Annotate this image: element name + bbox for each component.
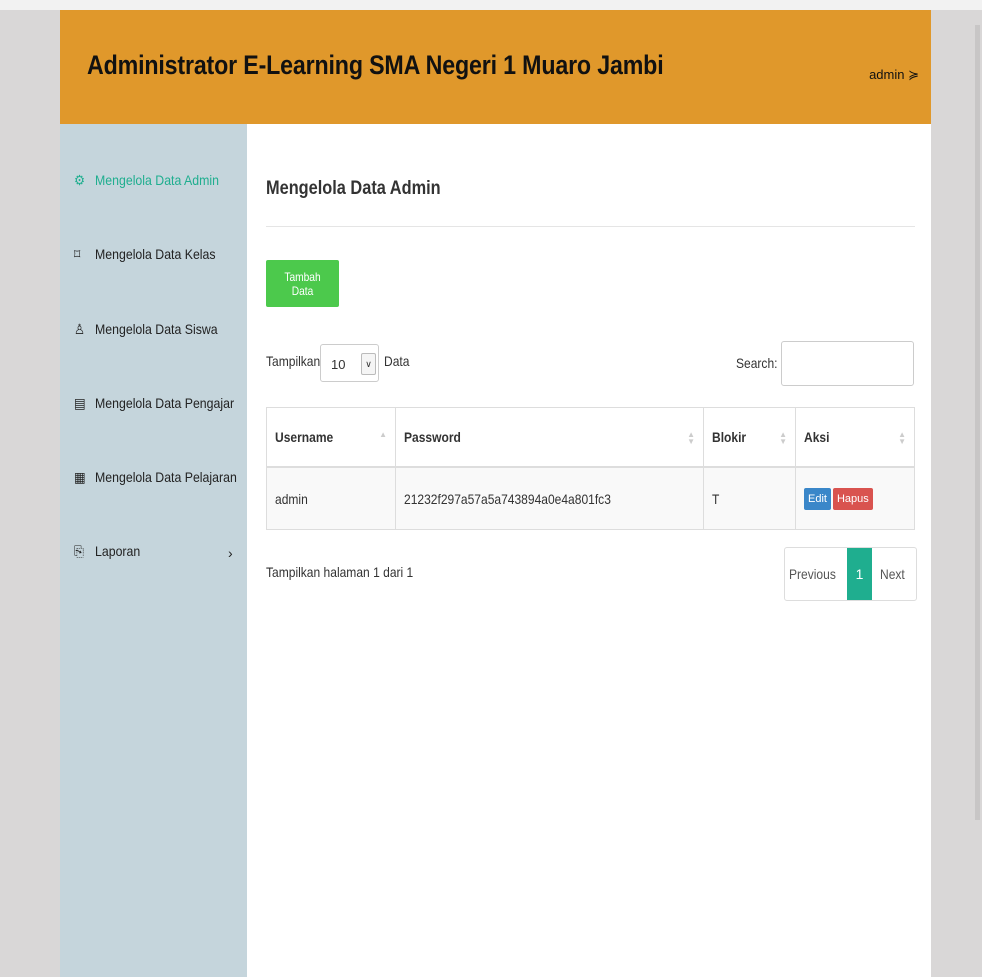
sort-icon: ▲ ▼ (779, 430, 787, 446)
chevron-right-icon[interactable]: › (228, 545, 233, 561)
divider (266, 226, 915, 227)
sort-asc-icon: ▲ (379, 430, 387, 439)
search-input[interactable] (781, 341, 914, 386)
page-1-button[interactable]: 1 (847, 548, 872, 600)
id-card-icon: ▤ (74, 395, 86, 411)
column-header-aksi[interactable]: Aksi ▲ ▼ (795, 407, 915, 468)
sidebar: ⚙ Mengelola Data Admin ⌑ Mengelola Data … (60, 124, 247, 977)
cell-blokir: T (703, 466, 796, 530)
add-data-button[interactable]: Tambah Data (266, 260, 339, 307)
user-menu[interactable]: admin ≽ (869, 67, 919, 83)
sidebar-item-label: Mengelola Data Kelas (95, 246, 216, 262)
app-header: Administrator E-Learning SMA Negeri 1 Mu… (60, 10, 931, 124)
admin-table: Username ▲ Password ▲ ▼ Blokir ▲ ▼ Aksi ▲ ▼ adm… (266, 407, 915, 530)
search-label: Search: (736, 355, 778, 371)
show-label: Tampilkan (266, 353, 321, 369)
book-icon: ▦ (74, 469, 86, 485)
sidebar-item-admin[interactable]: ⚙ Mengelola Data Admin (74, 172, 219, 189)
sidebar-item-pelajaran[interactable]: ▦ Mengelola Data Pelajaran (74, 469, 237, 486)
sidebar-item-label: Mengelola Data Admin (95, 172, 219, 188)
app-title: Administrator E-Learning SMA Negeri 1 Mu… (87, 50, 664, 80)
table-row: admin 21232f297a57a5a743894a0e4a801fc3 T… (266, 466, 915, 530)
page-size-value: 10 (331, 357, 346, 372)
column-header-blokir[interactable]: Blokir ▲ ▼ (703, 407, 796, 468)
show-suffix: Data (384, 353, 410, 369)
next-page-button[interactable]: Next (872, 548, 916, 600)
scrollbar[interactable] (975, 25, 980, 820)
user-icon: ♙ (74, 321, 86, 337)
table-info: Tampilkan halaman 1 dari 1 (266, 564, 414, 580)
sort-icon: ▲ ▼ (898, 430, 906, 446)
top-strip (0, 0, 982, 10)
main-content: Mengelola Data Admin Tambah Data Tampilk… (247, 124, 931, 977)
column-header-username[interactable]: Username ▲ (266, 407, 396, 468)
chevron-down-icon: ∨ (361, 353, 376, 375)
edit-button[interactable]: Edit (804, 487, 831, 510)
left-gutter (0, 10, 60, 977)
pagination: Previous 1 Next (784, 547, 917, 601)
cell-password: 21232f297a57a5a743894a0e4a801fc3 (395, 466, 704, 530)
column-header-password[interactable]: Password ▲ ▼ (395, 407, 704, 468)
sidebar-item-kelas[interactable]: ⌑ Mengelola Data Kelas (74, 246, 216, 263)
class-icon: ⌑ (74, 246, 81, 262)
sidebar-item-siswa[interactable]: ♙ Mengelola Data Siswa (74, 321, 218, 338)
cell-aksi: Edit Hapus (795, 466, 915, 530)
gear-icon: ⚙ (74, 172, 86, 188)
page-size-select[interactable]: 10 ∨ (320, 344, 379, 382)
sidebar-item-label: Mengelola Data Pelajaran (95, 469, 237, 485)
page-title: Mengelola Data Admin (266, 178, 441, 199)
report-icon: ⎘ (74, 543, 84, 559)
sidebar-item-label: Mengelola Data Siswa (95, 321, 218, 337)
sort-icon: ▲ ▼ (687, 430, 695, 446)
previous-page-button[interactable]: Previous (785, 548, 847, 600)
cell-username: admin (266, 466, 396, 530)
sidebar-item-label: Laporan (95, 543, 141, 559)
sidebar-item-pengajar[interactable]: ▤ Mengelola Data Pengajar (74, 395, 234, 412)
sidebar-item-laporan[interactable]: ⎘ Laporan (74, 543, 140, 560)
delete-button[interactable]: Hapus (832, 487, 873, 510)
sidebar-item-label: Mengelola Data Pengajar (95, 395, 235, 411)
